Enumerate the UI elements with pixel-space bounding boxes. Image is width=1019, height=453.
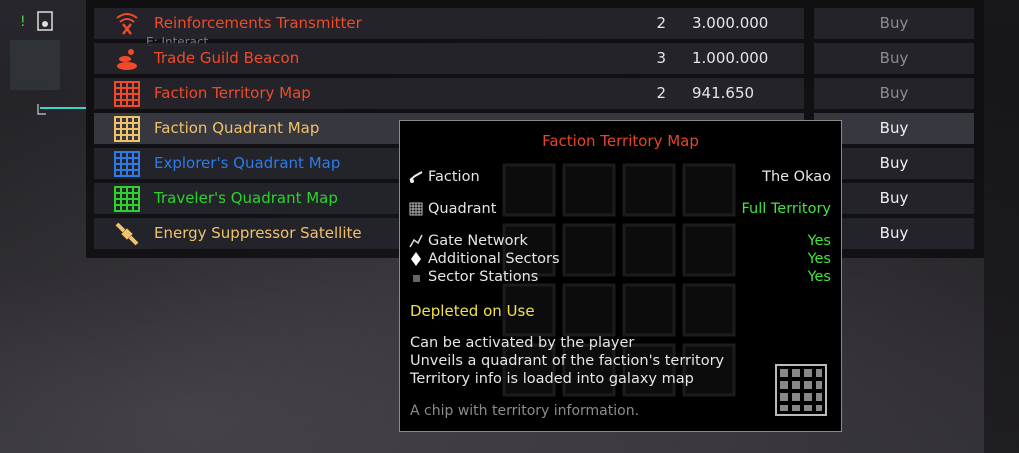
quadrant-grid-icon [409, 202, 423, 216]
additional-sectors-row: Additional Sectors Yes [400, 251, 841, 271]
satellite-icon [115, 222, 139, 246]
hud-corner: ! [10, 11, 86, 115]
item-qty: 2 [656, 84, 666, 102]
item-price: 1.000.000 [692, 49, 769, 67]
grid-map-icon [114, 81, 140, 107]
grid-map-icon [114, 151, 140, 177]
shop-row-0[interactable]: Reinforcements Transmitter 2 3.000.000 B… [94, 8, 974, 39]
hud-alert-icon: ! [20, 14, 26, 30]
item-qty: 2 [656, 14, 666, 32]
station-icon [413, 275, 420, 282]
faction-icon [409, 171, 423, 183]
shop-row-1[interactable]: Trade Guild Beacon 3 1.000.000 Buy [94, 43, 974, 74]
quadrant-value: Full Territory [741, 201, 831, 217]
item-name: Traveler's Quadrant Map [154, 189, 338, 207]
tooltip-footer: A chip with territory information. [410, 403, 640, 419]
diamond-icon [411, 252, 421, 266]
shop-row-2[interactable]: Faction Territory Map 2 941.650 Buy [94, 78, 974, 109]
grid-map-icon [114, 186, 140, 212]
item-name: Explorer's Quadrant Map [154, 154, 341, 172]
description-line-3: Territory info is loaded into galaxy map [410, 371, 694, 387]
gate-network-row: Gate Network Yes [400, 233, 841, 253]
item-price: 3.000.000 [692, 14, 769, 32]
description-line-1: Can be activated by the player [410, 335, 635, 351]
faction-row: Faction The Okao [400, 169, 841, 189]
item-name: Trade Guild Beacon [154, 49, 300, 67]
buy-button[interactable]: Buy [814, 14, 974, 32]
item-qty: 3 [656, 49, 666, 67]
ship-silhouette [10, 40, 60, 90]
sector-stations-row: Sector Stations Yes [400, 269, 841, 289]
depleted-on-use: Depleted on Use [410, 302, 535, 320]
item-tooltip: Faction Territory Map Faction The Okao Q… [399, 120, 842, 432]
right-edge-shade [984, 0, 1019, 453]
gate-network-icon [409, 234, 423, 248]
territory-chip-icon [775, 364, 827, 416]
grid-map-icon [114, 116, 140, 142]
faction-value: The Okao [762, 169, 831, 185]
description-line-2: Unveils a quadrant of the faction's terr… [410, 353, 725, 369]
buy-button[interactable]: Buy [814, 49, 974, 67]
quadrant-row: Quadrant Full Territory [400, 201, 841, 221]
item-name: Faction Quadrant Map [154, 119, 320, 137]
buy-button[interactable]: Buy [814, 84, 974, 102]
item-price: 941.650 [692, 84, 755, 102]
item-name: Reinforcements Transmitter [154, 14, 362, 32]
item-name: Energy Suppressor Satellite [154, 224, 362, 242]
tooltip-title: Faction Territory Map [542, 132, 699, 150]
beacon-icon [117, 49, 137, 70]
transmitter-icon [116, 13, 138, 35]
item-name: Faction Territory Map [154, 84, 311, 102]
